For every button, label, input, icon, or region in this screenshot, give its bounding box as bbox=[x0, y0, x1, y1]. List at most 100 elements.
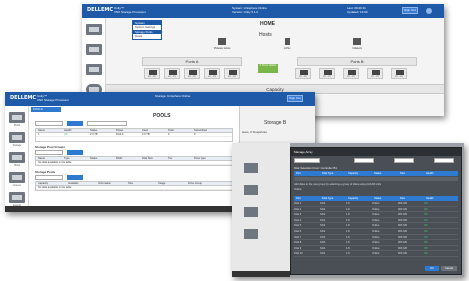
disk-row[interactable]: Disk 1 SAS 1.8 Online 900 GB OK bbox=[294, 202, 458, 207]
storage-nav-icon[interactable] bbox=[9, 132, 25, 143]
sign-out-button[interactable]: Sign Out bbox=[402, 7, 418, 14]
home-header: DELLEMC Unity™ VNX Storage Processor Syst… bbox=[82, 4, 444, 18]
system-icon[interactable] bbox=[86, 24, 102, 35]
disk-cell: SAS bbox=[320, 224, 326, 228]
pools-sidebar: Pools Storage Hosts Access Events bbox=[5, 106, 29, 212]
disk-cell: SAS bbox=[320, 252, 326, 256]
disk-cell: Disk 2 bbox=[294, 207, 302, 211]
storage-b-subtitle: anes, 0 Snapshots bbox=[242, 130, 267, 134]
storage-icon[interactable] bbox=[86, 44, 102, 55]
port-a-0[interactable]: FC - P0 bbox=[144, 68, 160, 79]
port-b-1[interactable]: FC - P1 bbox=[319, 68, 335, 79]
disk-cell: Online bbox=[372, 213, 380, 217]
section-pool-groups: Storage Pool Groups bbox=[35, 145, 66, 149]
page-title: HOME bbox=[260, 21, 275, 27]
dialog-filter-select[interactable] bbox=[354, 158, 374, 163]
disk-cell: Disk 6 bbox=[294, 230, 302, 233]
disk-row[interactable]: Disk 7 SAS 1.8 Online 900 GB OK bbox=[294, 236, 458, 241]
pool-filter-select[interactable] bbox=[87, 121, 127, 126]
disk-cell: SAS bbox=[320, 218, 326, 222]
pools-nav-icon[interactable] bbox=[9, 112, 25, 123]
tab-pools[interactable]: POOLS bbox=[31, 107, 61, 112]
dialog-columns: Port Disk Type Capacity Status Size Health bbox=[294, 171, 458, 176]
system-name-2: Unity™ VNX Storage Processor bbox=[37, 94, 69, 102]
group-search-input[interactable] bbox=[35, 150, 63, 155]
port-a-4[interactable]: FC - P4 bbox=[224, 68, 240, 79]
disk-row[interactable]: Disk 3 SAS 1.8 Online 900 GB OK bbox=[294, 213, 458, 218]
section-storage-pools: Storage Pools bbox=[35, 170, 56, 174]
disk-cell: Online bbox=[372, 224, 380, 228]
dialog-sort-select[interactable] bbox=[394, 158, 414, 163]
pools-table: Name Health Status Drives Used Total Subscribe… bbox=[35, 128, 233, 142]
disk-cell: 1.8 bbox=[346, 241, 350, 245]
sign-out-button-2[interactable]: Sign Out bbox=[287, 95, 303, 102]
vmware-hosts[interactable]: VMware Hosts bbox=[202, 38, 242, 50]
access-nav-icon[interactable] bbox=[9, 172, 25, 183]
ok-button[interactable]: OK bbox=[425, 266, 439, 271]
port-b-3[interactable]: FC - P3 bbox=[367, 68, 383, 79]
disk-cell: OK bbox=[424, 207, 428, 211]
array-window: Manage Array Disk Selection From: Contro… bbox=[232, 143, 464, 277]
vmware-icon bbox=[218, 38, 226, 45]
port-b-4[interactable]: FC - P4 bbox=[391, 68, 407, 79]
disk-cell: SAS bbox=[320, 202, 326, 205]
dialog-note: Add disks to the new group by selecting … bbox=[294, 183, 382, 186]
disk-cell: 1.8 bbox=[346, 246, 350, 250]
home-status: System: Unisphere Online Version: Unity 5… bbox=[232, 6, 267, 14]
disk-cell: 900 GB bbox=[398, 235, 407, 239]
disk-row[interactable]: Disk 9 SAS 1.8 Online 900 GB OK bbox=[294, 247, 458, 252]
disk-cell: SAS bbox=[320, 230, 326, 233]
table-row[interactable]: 1 OK 2.0 TB Pool A 2.0 TB 0 0 bbox=[36, 133, 232, 137]
disk-row[interactable]: Disk 2 SAS 1.8 Online 900 GB OK bbox=[294, 208, 458, 213]
disk-cell: SAS bbox=[320, 235, 326, 239]
disk-row[interactable]: Disk 8 SAS 1.8 Online 900 GB OK bbox=[294, 241, 458, 246]
port-a-1[interactable]: FC - P1 bbox=[164, 68, 180, 79]
luns[interactable]: LUNs bbox=[267, 38, 307, 50]
add-group-button[interactable] bbox=[67, 150, 83, 155]
port-b-2[interactable]: FC - P2 bbox=[343, 68, 359, 79]
dialog-search-input[interactable] bbox=[294, 158, 320, 163]
disk-row[interactable]: Disk 5 SAS 1.8 Online 900 GB OK bbox=[294, 224, 458, 229]
initiators[interactable]: Initiators bbox=[337, 38, 377, 50]
port-a-3[interactable]: FC - P3 bbox=[204, 68, 220, 79]
array-nav-icon-3[interactable] bbox=[244, 207, 258, 217]
dialog-state: Online bbox=[294, 188, 302, 191]
disk-cell: Online bbox=[372, 241, 380, 245]
disk-cell: SAS bbox=[320, 213, 326, 217]
pool-search-input[interactable] bbox=[35, 121, 63, 126]
disk-cell: Disk 4 bbox=[294, 218, 302, 222]
disk-cell: 1.8 bbox=[346, 230, 350, 233]
disk-cell: OK bbox=[424, 202, 428, 205]
help-icon[interactable] bbox=[426, 8, 432, 14]
array-nav-icon-2[interactable] bbox=[244, 185, 258, 195]
cancel-button[interactable]: Cancel bbox=[441, 266, 457, 271]
add-pool-button[interactable] bbox=[67, 121, 83, 126]
add-storage-button[interactable] bbox=[67, 175, 83, 180]
dialog-title: Manage Array bbox=[291, 148, 461, 156]
events-nav-icon[interactable] bbox=[9, 192, 25, 203]
dialog-selected-row[interactable] bbox=[294, 177, 458, 181]
array-nav-icon-1[interactable] bbox=[244, 163, 258, 173]
hosts-icon[interactable] bbox=[86, 64, 102, 75]
disk-row[interactable]: Disk 6 SAS 1.8 Online 900 GB OK bbox=[294, 230, 458, 235]
disk-cell: 1.8 bbox=[346, 213, 350, 217]
ports-a-header: Ports A bbox=[142, 57, 242, 66]
storage-search-input[interactable] bbox=[35, 175, 63, 180]
disk-cell: OK bbox=[424, 252, 428, 256]
menu-item-hosts[interactable]: Hosts bbox=[133, 34, 161, 39]
empty-row-2: No data available in the table bbox=[36, 186, 232, 190]
port-b-0[interactable]: FC - P0 bbox=[295, 68, 311, 79]
array-nav-icon-4[interactable] bbox=[244, 229, 258, 239]
pools-title: POOLS bbox=[153, 113, 171, 119]
hosts-nav-icon[interactable] bbox=[9, 152, 25, 163]
ports-online-badge: 0 Ports Online bbox=[258, 64, 278, 73]
dialog-view-select[interactable] bbox=[434, 158, 454, 163]
disk-row[interactable]: Disk 10 SAS 1.8 Online 900 GB OK bbox=[294, 252, 458, 257]
disk-cell: OK bbox=[424, 218, 428, 222]
pools-status: Storage: Unisphere Online bbox=[155, 94, 191, 98]
disk-row[interactable]: Disk 4 SAS 1.8 Online 900 GB OK bbox=[294, 219, 458, 224]
port-a-2[interactable]: FC - P2 bbox=[184, 68, 200, 79]
disk-cell: 900 GB bbox=[398, 252, 407, 256]
disk-cell: Online bbox=[372, 218, 380, 222]
pools-header: DELLEMC Unity™ VNX Storage Processor Stor… bbox=[5, 92, 315, 106]
